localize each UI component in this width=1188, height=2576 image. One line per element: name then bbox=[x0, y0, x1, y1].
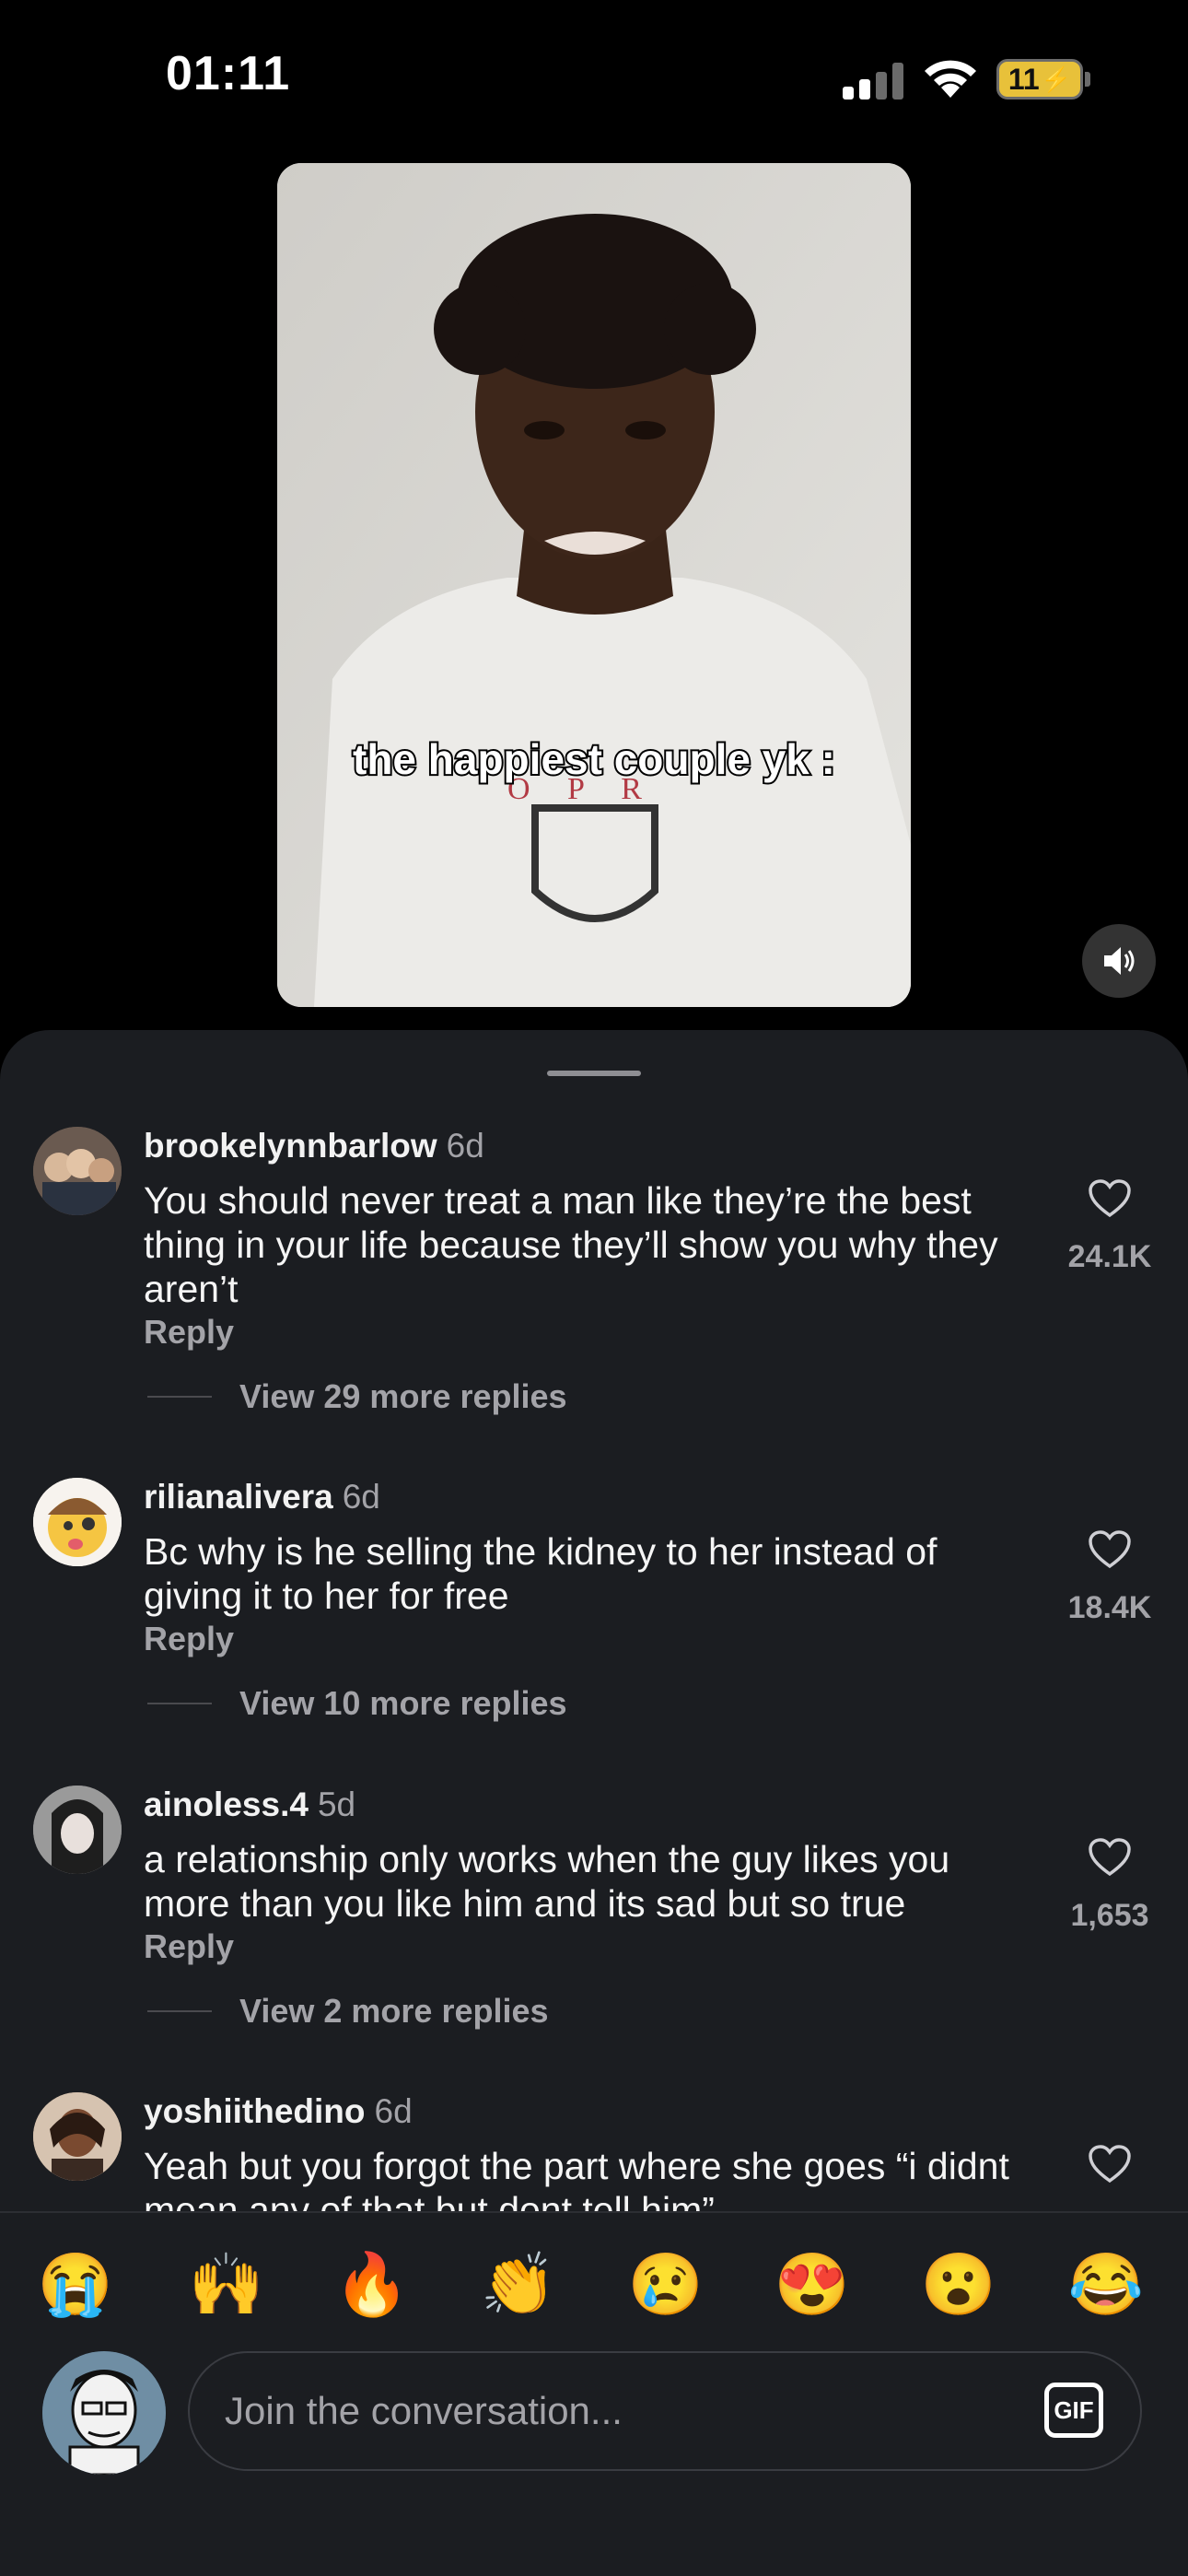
emoji-clapping-button[interactable]: 👏 bbox=[477, 2242, 560, 2325]
view-replies-button[interactable]: View 29 more replies bbox=[147, 1377, 567, 1416]
comment-list[interactable]: brookelynnbarlow 6d You should never trea… bbox=[0, 1030, 1188, 2211]
reply-button[interactable]: Reply bbox=[144, 1313, 234, 1352]
status-time: 01:11 bbox=[166, 47, 291, 100]
like-count: 18.4K bbox=[1067, 1590, 1152, 1625]
avatar[interactable] bbox=[33, 2092, 122, 2181]
emoji-fire-button[interactable]: 🔥 bbox=[331, 2242, 413, 2325]
reply-button[interactable]: Reply bbox=[144, 1620, 234, 1658]
like-button[interactable] bbox=[1068, 2144, 1151, 2184]
video-player[interactable]: O P R the happiest couple yk : bbox=[277, 163, 911, 1007]
my-avatar[interactable] bbox=[42, 2351, 166, 2475]
like-button[interactable] bbox=[1068, 1178, 1151, 1219]
avatar[interactable] bbox=[33, 1786, 122, 1874]
emoji-raised-hands-button[interactable]: 🙌 bbox=[185, 2242, 268, 2325]
gif-button[interactable]: GIF bbox=[1044, 2383, 1103, 2438]
emoji-joy-button[interactable]: 😂 bbox=[1065, 2242, 1147, 2325]
like-button[interactable] bbox=[1068, 1529, 1151, 1570]
emoji-surprised-button[interactable]: 😮 bbox=[917, 2242, 1000, 2325]
like-count: 1,653 bbox=[1070, 1898, 1149, 1933]
heart-icon bbox=[1089, 2145, 1131, 2184]
speaker-icon bbox=[1104, 947, 1135, 975]
emoji-bar-divider bbox=[0, 2211, 1188, 2213]
comment-text: You should never treat a man like they’r… bbox=[144, 1179, 998, 1310]
comment-text: Bc why is he selling the kidney to her i… bbox=[144, 1530, 938, 1617]
comment-username[interactable]: brookelynnbarlow 6d bbox=[144, 1127, 484, 1165]
emoji-crying-button[interactable]: 😢 bbox=[624, 2242, 707, 2325]
like-count: 24.1K bbox=[1067, 1239, 1152, 1274]
comment-username[interactable]: ainoless.4 5d bbox=[144, 1786, 355, 1824]
heart-icon bbox=[1089, 1530, 1131, 1569]
video-frame: O P R bbox=[277, 163, 911, 1007]
comment-username[interactable]: rilianalivera 6d bbox=[144, 1478, 380, 1516]
bolt-icon: ⚡ bbox=[1041, 64, 1072, 93]
heart-icon bbox=[1089, 1179, 1131, 1218]
wifi-icon bbox=[925, 60, 976, 98]
comments-sheet: brookelynnbarlow 6d You should never trea… bbox=[0, 1030, 1188, 2576]
mute-button[interactable] bbox=[1082, 924, 1156, 998]
view-replies-button[interactable]: View 2 more replies bbox=[147, 1992, 549, 2031]
battery-charging-icon: 11 ⚡ bbox=[996, 59, 1083, 100]
status-bar: 01:11 11 ⚡ bbox=[0, 0, 1188, 157]
emoji-loudly-crying-button[interactable]: 😭 bbox=[34, 2242, 117, 2325]
signal-icon bbox=[843, 63, 903, 100]
avatar[interactable] bbox=[33, 1127, 122, 1215]
battery-level: 11 bbox=[1007, 62, 1040, 96]
heart-icon bbox=[1089, 1838, 1131, 1877]
like-button[interactable] bbox=[1068, 1837, 1151, 1878]
comment-text: a relationship only works when the guy l… bbox=[144, 1838, 950, 1925]
reply-button[interactable]: Reply bbox=[144, 1927, 234, 1966]
avatar[interactable] bbox=[33, 1478, 122, 1566]
view-replies-button[interactable]: View 10 more replies bbox=[147, 1684, 567, 1723]
comment-username[interactable]: yoshiithedino 6d bbox=[144, 2092, 413, 2131]
comment-input[interactable]: Join the conversation... bbox=[188, 2351, 1142, 2471]
emoji-heart-eyes-button[interactable]: 😍 bbox=[771, 2242, 854, 2325]
video-caption: the happiest couple yk : bbox=[351, 733, 837, 785]
comment-input-placeholder: Join the conversation... bbox=[225, 2389, 623, 2432]
comment-text: Yeah but you forgot the part where she g… bbox=[144, 2145, 1009, 2211]
battery-tip bbox=[1085, 72, 1090, 87]
